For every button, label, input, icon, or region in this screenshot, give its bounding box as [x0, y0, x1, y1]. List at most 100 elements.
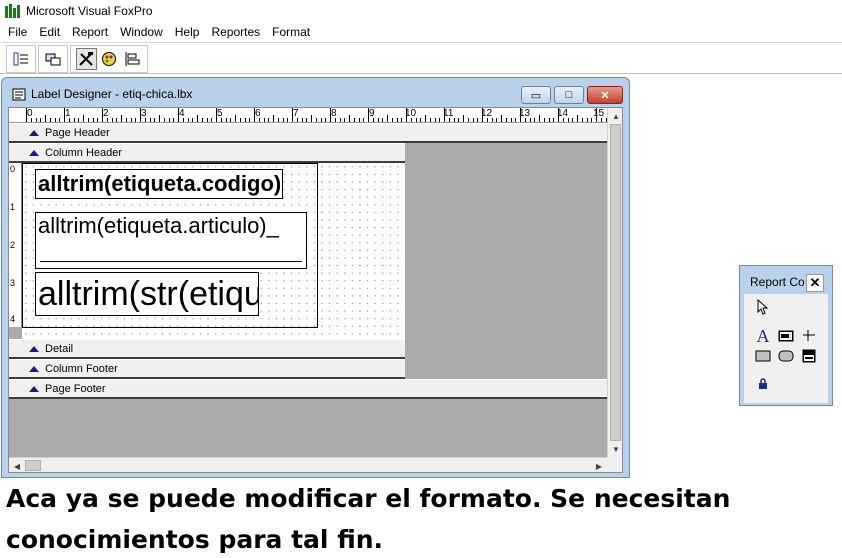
ruler-tick [87, 118, 89, 122]
ruler-tick [548, 118, 550, 122]
menu-reportes[interactable]: Reportes [205, 22, 266, 42]
ruler-tick [54, 118, 56, 122]
menu-bar: File Edit Report Window Help Reportes Fo… [0, 22, 842, 42]
report-controls-toolbar-button[interactable] [76, 48, 97, 70]
band-page-header[interactable]: Page Header [9, 123, 607, 143]
scroll-right-arrow-icon[interactable]: ▶ [591, 458, 607, 472]
band-column-header[interactable]: Column Header [9, 143, 405, 163]
ruler-tick [178, 108, 179, 122]
minimize-button[interactable]: ▭ [521, 86, 551, 104]
ruler-tick [182, 118, 184, 122]
button-lock-tool[interactable] [754, 375, 772, 393]
palette-title: Report Co [750, 275, 805, 289]
band-detail[interactable]: Detail [9, 339, 405, 359]
line-tool[interactable] [800, 327, 818, 345]
rounded-rectangle-tool[interactable] [777, 347, 795, 365]
label-tool-icon: A [756, 325, 770, 346]
ruler-tick [567, 118, 569, 122]
resize-grip-icon[interactable] [607, 457, 622, 472]
ruler-tick [311, 115, 312, 122]
field-expression: alltrim(etiqueta.articulo)_ [38, 213, 279, 238]
picture-ole-tool[interactable] [800, 347, 818, 365]
ruler-tick [496, 118, 498, 122]
label-designer-icon [12, 87, 26, 104]
scroll-up-arrow-icon[interactable]: ▲ [608, 108, 622, 124]
ruler-tick [306, 118, 308, 122]
band-expand-icon [29, 345, 39, 352]
band-page-footer[interactable]: Page Footer [9, 379, 607, 399]
maximize-button[interactable]: □ [554, 86, 584, 104]
ruler-tick [382, 118, 384, 122]
menu-edit[interactable]: Edit [33, 22, 66, 42]
ruler-tick [45, 115, 46, 122]
ruler-tick [97, 118, 99, 122]
ruler-tick [254, 108, 255, 122]
palette-title-bar[interactable]: Report Co ✕ [740, 266, 832, 294]
layout-toolbar-button[interactable] [121, 48, 142, 70]
field-codigo[interactable]: alltrim(etiqueta.codigo) [35, 169, 283, 199]
ruler-tick [600, 118, 602, 122]
ruler-tick [116, 118, 118, 122]
horizontal-scroll-thumb[interactable] [25, 460, 41, 471]
band-column-footer[interactable]: Column Footer [9, 359, 405, 379]
button-lock-icon [759, 378, 767, 389]
scroll-left-arrow-icon[interactable]: ◀ [9, 458, 25, 472]
scroll-down-arrow-icon[interactable]: ▼ [608, 441, 622, 457]
label-tool[interactable]: A [754, 325, 772, 346]
color-palette-button[interactable] [99, 48, 120, 70]
ruler-tick [201, 118, 203, 122]
menu-file[interactable]: File [2, 22, 33, 42]
menu-report[interactable]: Report [66, 22, 114, 42]
ruler-tick [363, 118, 365, 122]
ruler-tick [282, 118, 284, 122]
band-label: Column Footer [45, 362, 118, 375]
rectangle-tool[interactable] [754, 347, 772, 365]
data-environment-button[interactable] [12, 48, 30, 70]
ruler-tick [596, 108, 597, 122]
horizontal-scrollbar[interactable]: ◀ ▶ [9, 457, 607, 472]
field-tool[interactable] [777, 327, 795, 345]
field-precio[interactable]: alltrim(str(etiqueta.precio)) [35, 272, 259, 316]
vertical-scrollbar[interactable]: ▲ ▼ [607, 108, 622, 457]
ruler-label: 15 [593, 108, 605, 119]
pointer-tool[interactable] [754, 298, 772, 316]
ruler-tick [524, 118, 526, 122]
ruler-tick [562, 118, 564, 122]
ruler-tick [353, 118, 355, 122]
menu-window[interactable]: Window [114, 22, 169, 42]
vertical-scroll-thumb[interactable] [610, 124, 621, 441]
page-preview-button[interactable] [44, 48, 62, 70]
ruler-tick [534, 118, 536, 122]
ruler-tick [206, 118, 208, 122]
ruler-tick [377, 118, 379, 122]
close-button[interactable]: ✕ [587, 86, 623, 104]
palette-tools: A [744, 294, 828, 403]
menu-format[interactable]: Format [266, 22, 316, 42]
ruler-tick [320, 118, 322, 122]
ruler-tick [315, 118, 317, 122]
band-label: Page Header [45, 126, 110, 139]
ruler-tick [581, 118, 583, 122]
ruler-tick [396, 118, 398, 122]
ruler-tick [325, 118, 327, 122]
ruler-tick [429, 118, 431, 122]
report-controls-palette[interactable]: Report Co ✕ A [739, 265, 833, 406]
ruler-tick [368, 108, 369, 122]
ruler-tick [439, 118, 441, 122]
ruler-tick [558, 108, 559, 122]
ruler-tick [434, 118, 436, 122]
ruler-tick [154, 118, 156, 122]
field-tool-icon [778, 330, 794, 342]
ruler-tick [467, 118, 469, 122]
ruler-tick [482, 108, 483, 122]
field-articulo[interactable]: alltrim(etiqueta.articulo)_ [35, 212, 307, 269]
ruler-tick [339, 118, 341, 122]
ruler-tick [477, 118, 479, 122]
label-designer-window[interactable]: Label Designer - etiq-chica.lbx ▭ □ ✕ 0 … [1, 77, 630, 478]
ruler-tick [515, 118, 517, 122]
palette-close-button[interactable]: ✕ [806, 274, 824, 292]
menu-help[interactable]: Help [169, 22, 206, 42]
band-expand-icon [29, 385, 39, 392]
designer-canvas[interactable]: 0 1 2 3 4 5 6 7 8 9 10 11 12 13 14 15 Pa… [8, 107, 623, 473]
designer-title-bar[interactable]: Label Designer - etiq-chica.lbx ▭ □ ✕ [2, 78, 629, 108]
